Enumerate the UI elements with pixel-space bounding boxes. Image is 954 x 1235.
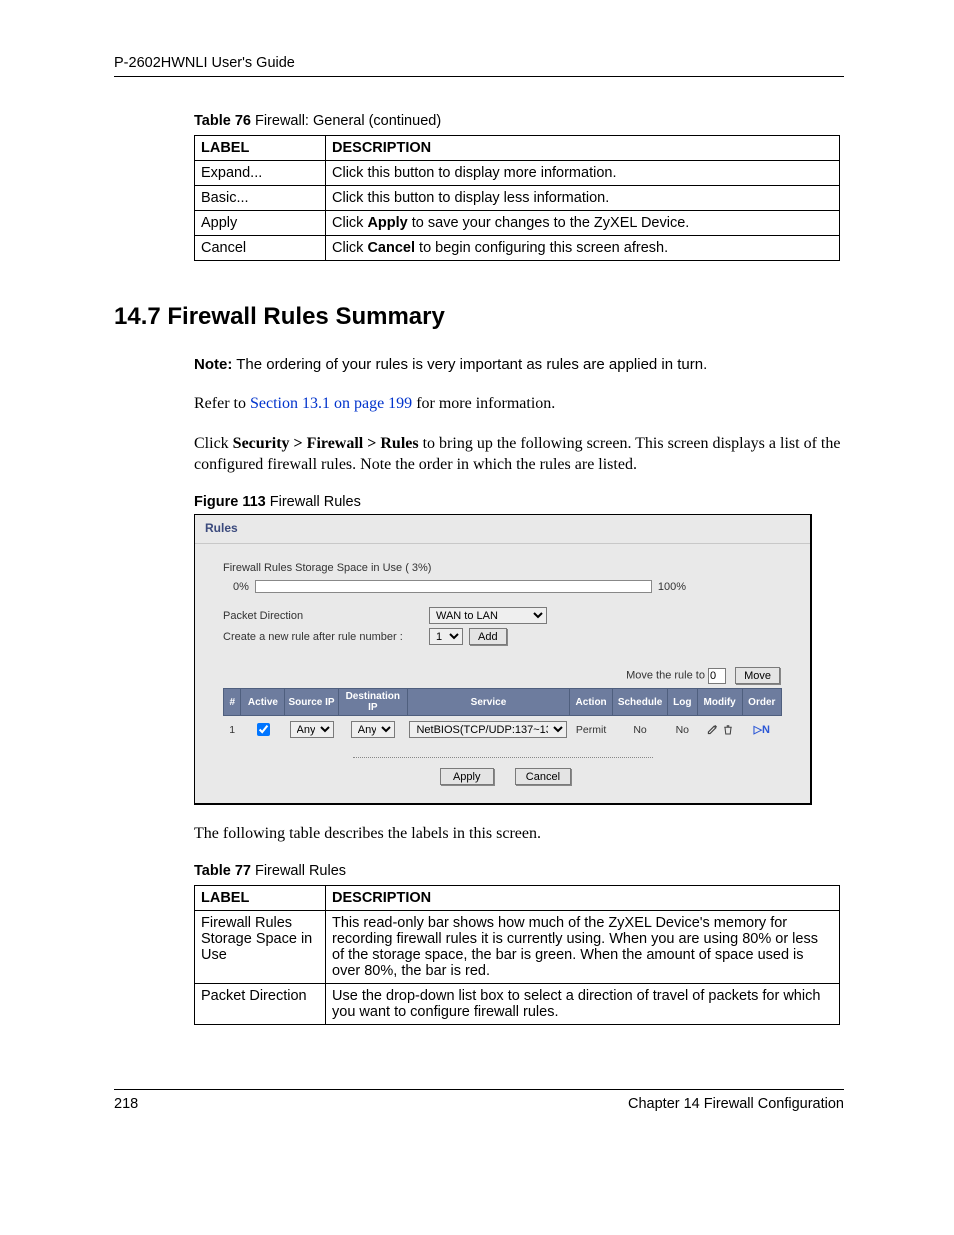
- post-figure-para: The following table describes the labels…: [194, 823, 844, 845]
- rules-table-row: 1 Any Any NetBIOS(TCP/UDP:137~139,445) P…: [224, 716, 782, 744]
- section-heading: 14.7 Firewall Rules Summary: [114, 303, 844, 331]
- packet-direction-select[interactable]: WAN to LAN: [429, 607, 547, 624]
- refer-link[interactable]: Section 13.1 on page 199: [250, 395, 412, 412]
- table76-row2-label: Apply: [195, 211, 326, 236]
- table76-header-description: DESCRIPTION: [326, 136, 840, 161]
- col-schedule: Schedule: [613, 689, 668, 716]
- move-rule-label: Move the rule to: [626, 670, 708, 682]
- row1-active-checkbox[interactable]: [257, 723, 270, 736]
- row1-dst-select[interactable]: Any: [351, 721, 395, 738]
- table-row: Expand... Click this button to display m…: [195, 161, 840, 186]
- separator: [353, 757, 653, 758]
- rules-table: # Active Source IP Destination IP Servic…: [223, 688, 782, 743]
- row1-log: No: [667, 716, 697, 744]
- trash-icon[interactable]: [722, 723, 734, 736]
- refer-paragraph: Refer to Section 13.1 on page 199 for mo…: [194, 393, 844, 415]
- note-label: Note:: [194, 356, 232, 373]
- col-log: Log: [667, 689, 697, 716]
- order-icon[interactable]: ▷N: [754, 723, 770, 736]
- table-row: Apply Click Apply to save your changes t…: [195, 211, 840, 236]
- table76-row0-desc: Click this button to display more inform…: [326, 161, 840, 186]
- col-dst: Destination IP: [338, 689, 407, 716]
- table77-caption: Table 77 Firewall Rules: [194, 863, 844, 879]
- table76-row3-label: Cancel: [195, 236, 326, 261]
- table-row: Cancel Click Cancel to begin configuring…: [195, 236, 840, 261]
- figure113-caption: Figure 113 Firewall Rules: [194, 494, 844, 510]
- table77-row0-label: Firewall Rules Storage Space in Use: [195, 910, 326, 983]
- apply-button[interactable]: Apply: [440, 768, 494, 785]
- rules-panel-title: Rules: [195, 515, 810, 544]
- storage-label: Firewall Rules Storage Space in Use ( 3%…: [223, 562, 782, 574]
- table-row: Basic... Click this button to display le…: [195, 186, 840, 211]
- figure113-caption-prefix: Figure 113: [194, 494, 266, 510]
- table77-row1-label: Packet Direction: [195, 983, 326, 1024]
- note-text: The ordering of your rules is very impor…: [232, 356, 707, 373]
- col-src: Source IP: [285, 689, 338, 716]
- table76-row1-label: Basic...: [195, 186, 326, 211]
- table-row: Packet Direction Use the drop-down list …: [195, 983, 840, 1024]
- table76-caption: Table 76 Firewall: General (continued): [194, 113, 844, 129]
- table77-header-label: LABEL: [195, 885, 326, 910]
- table77-row1-desc: Use the drop-down list box to select a d…: [326, 983, 840, 1024]
- table77-caption-rest: Firewall Rules: [251, 863, 346, 879]
- table-row: Firewall Rules Storage Space in Use This…: [195, 910, 840, 983]
- move-button[interactable]: Move: [735, 667, 780, 684]
- footer-chapter: Chapter 14 Firewall Configuration: [628, 1096, 844, 1112]
- col-modify: Modify: [697, 689, 742, 716]
- col-num: #: [224, 689, 241, 716]
- header-guide-title: P-2602HWNLI User's Guide: [114, 55, 295, 71]
- row1-num: 1: [224, 716, 241, 744]
- page-number: 218: [114, 1096, 138, 1112]
- table77: LABEL DESCRIPTION Firewall Rules Storage…: [194, 885, 840, 1025]
- table76-header-label: LABEL: [195, 136, 326, 161]
- figure113-caption-rest: Firewall Rules: [266, 494, 361, 510]
- col-order: Order: [742, 689, 781, 716]
- note-paragraph: Note: The ordering of your rules is very…: [194, 355, 844, 375]
- col-active: Active: [241, 689, 285, 716]
- table76-row3-desc: Click Cancel to begin configuring this s…: [326, 236, 840, 261]
- move-rule-input[interactable]: [708, 668, 726, 684]
- add-button[interactable]: Add: [469, 628, 507, 645]
- table77-row0-desc: This read-only bar shows how much of the…: [326, 910, 840, 983]
- figure113-screenshot: Rules Firewall Rules Storage Space in Us…: [194, 514, 812, 805]
- table77-caption-prefix: Table 77: [194, 863, 251, 879]
- pct-100: 100%: [658, 581, 686, 593]
- page-footer: 218 Chapter 14 Firewall Configuration: [114, 1089, 844, 1112]
- edit-icon[interactable]: [706, 723, 719, 736]
- create-rule-label: Create a new rule after rule number :: [223, 631, 429, 643]
- table76-row1-desc: Click this button to display less inform…: [326, 186, 840, 211]
- col-service: Service: [407, 689, 569, 716]
- table76: LABEL DESCRIPTION Expand... Click this b…: [194, 135, 840, 261]
- table76-row2-desc: Click Apply to save your changes to the …: [326, 211, 840, 236]
- row1-service-select[interactable]: NetBIOS(TCP/UDP:137~139,445): [409, 721, 567, 738]
- storage-gauge: [255, 580, 652, 593]
- pct-0: 0%: [233, 581, 249, 593]
- table76-caption-rest: Firewall: General (continued): [251, 113, 441, 129]
- col-action: Action: [569, 689, 612, 716]
- table77-header-description: DESCRIPTION: [326, 885, 840, 910]
- cancel-button[interactable]: Cancel: [515, 768, 571, 785]
- row1-action: Permit: [569, 716, 612, 744]
- row1-schedule: No: [613, 716, 668, 744]
- row1-src-select[interactable]: Any: [290, 721, 334, 738]
- nav-paragraph: Click Security > Firewall > Rules to bri…: [194, 433, 844, 476]
- table76-row0-label: Expand...: [195, 161, 326, 186]
- table76-caption-prefix: Table 76: [194, 113, 251, 129]
- packet-direction-label: Packet Direction: [223, 610, 429, 622]
- create-rule-number-select[interactable]: 1: [429, 628, 463, 645]
